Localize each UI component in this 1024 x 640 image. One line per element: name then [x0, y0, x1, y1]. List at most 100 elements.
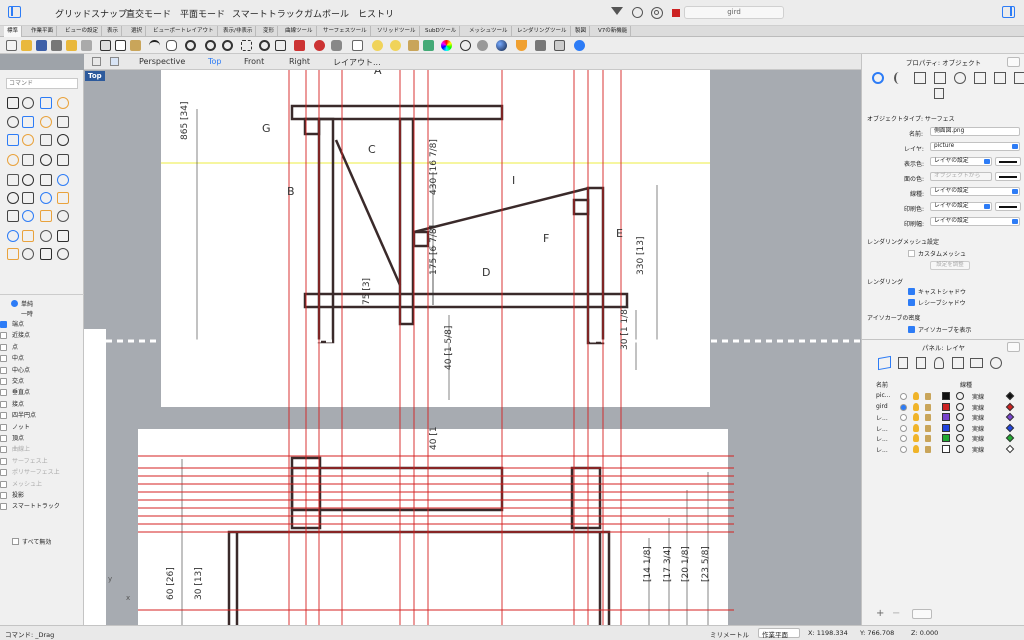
- tool-icon[interactable]: [7, 174, 19, 186]
- layer-select[interactable]: picture: [930, 142, 1020, 151]
- material-circle-icon[interactable]: [956, 434, 964, 442]
- tool-icon[interactable]: [57, 248, 69, 260]
- grid-layout-icon[interactable]: [92, 57, 101, 66]
- snap-mode-onetime[interactable]: 一時: [21, 309, 33, 318]
- print-icon[interactable]: [51, 40, 62, 51]
- lock-icon[interactable]: [925, 403, 931, 411]
- current-layer-radio[interactable]: [900, 393, 907, 400]
- material-circle-icon[interactable]: [956, 423, 964, 432]
- single-view-icon[interactable]: [110, 57, 119, 66]
- command-input[interactable]: [6, 78, 78, 89]
- help-icon[interactable]: [990, 357, 1002, 369]
- grid-snap-toggle[interactable]: グリッドスナップ: [55, 7, 127, 20]
- undo-icon[interactable]: [149, 40, 160, 51]
- tool-icon[interactable]: [57, 210, 69, 222]
- tab-set-view[interactable]: ビューの設定: [62, 26, 103, 37]
- checkbox[interactable]: [0, 321, 7, 328]
- planar-toggle[interactable]: 平面モード: [180, 7, 225, 20]
- tool-icon[interactable]: [22, 248, 34, 260]
- ortho-toggle[interactable]: 直交モード: [126, 7, 171, 20]
- bulb-icon[interactable]: [913, 423, 919, 432]
- layer-row[interactable]: レ... 実線: [862, 423, 1024, 434]
- snap-item[interactable]: 近接点: [0, 331, 30, 341]
- tool-icon[interactable]: [7, 248, 19, 260]
- disable-all-snaps[interactable]: すべて無効: [12, 537, 82, 546]
- hide-icon[interactable]: [372, 40, 383, 51]
- zoom-selected-icon[interactable]: [259, 40, 270, 51]
- tool-icon[interactable]: [7, 134, 19, 146]
- texture-mapping-icon[interactable]: [934, 72, 946, 84]
- zoom-window-icon[interactable]: [222, 40, 233, 51]
- adjust-mesh-button[interactable]: 設定を調整: [930, 261, 970, 270]
- object-properties-icon[interactable]: [872, 72, 884, 84]
- snap-item[interactable]: 端点: [0, 320, 24, 330]
- tool-icon[interactable]: [40, 192, 52, 204]
- lock-icon[interactable]: [925, 393, 931, 400]
- snap-item[interactable]: 垂直点: [0, 388, 30, 398]
- tab-curve-tools[interactable]: 曲線ツール: [282, 26, 317, 37]
- current-layer-radio[interactable]: [900, 435, 907, 442]
- monitor-icon[interactable]: [970, 358, 983, 368]
- tool-icon[interactable]: [22, 210, 34, 222]
- lock-icon[interactable]: [925, 435, 931, 442]
- tool-icon[interactable]: [7, 116, 19, 128]
- snap-item[interactable]: ポリサーフェス上: [0, 468, 60, 478]
- print-color-diamond-icon[interactable]: [1005, 412, 1015, 422]
- iso-color-select[interactable]: オブジェクトから: [930, 172, 992, 181]
- tool-icon[interactable]: [22, 230, 34, 242]
- layers-icon[interactable]: [878, 355, 891, 371]
- print-color-diamond-icon[interactable]: [1005, 433, 1015, 443]
- tool-icon[interactable]: [7, 154, 19, 166]
- target-icon[interactable]: [651, 7, 663, 19]
- checkbox[interactable]: [0, 469, 7, 477]
- undo-circle-icon[interactable]: [632, 7, 643, 18]
- display-color-select[interactable]: レイヤの設定: [930, 157, 992, 166]
- linetype-select[interactable]: レイヤの設定: [930, 187, 1020, 196]
- material-circle-icon[interactable]: [956, 392, 964, 400]
- tool-icon[interactable]: [7, 230, 19, 242]
- tab-v7-new[interactable]: V7の新機能: [595, 26, 632, 37]
- snap-item[interactable]: 曲線上: [0, 445, 30, 455]
- snap-item[interactable]: メッシュ上: [0, 480, 42, 490]
- zoom-dynamic-icon[interactable]: [205, 40, 216, 51]
- print-color-swatch[interactable]: [995, 202, 1021, 211]
- tool-icon[interactable]: [40, 97, 52, 109]
- curve-properties-icon[interactable]: [894, 72, 904, 84]
- tab-surface-tools[interactable]: サーフェスツール: [320, 26, 371, 37]
- show-icon[interactable]: [390, 40, 401, 51]
- snap-mode-persistent[interactable]: 単純: [11, 299, 33, 308]
- snap-item[interactable]: 頂点: [0, 434, 24, 444]
- checkbox[interactable]: [0, 355, 7, 363]
- name-field[interactable]: 側面図.png: [930, 127, 1020, 136]
- tool-icon[interactable]: [22, 192, 34, 204]
- checkbox[interactable]: [0, 446, 7, 454]
- print-color-diamond-icon[interactable]: [1005, 444, 1015, 453]
- checkbox[interactable]: [0, 378, 7, 385]
- top-viewport[interactable]: Top A B C D E F G I 865 [34] 430 [16 7/8] 175 [6 7…: [84, 70, 861, 625]
- cube-icon[interactable]: [952, 357, 964, 369]
- material-icon[interactable]: [954, 72, 966, 84]
- tab-right[interactable]: Right: [289, 57, 310, 66]
- display-color-swatch[interactable]: [995, 157, 1021, 166]
- rotate-view-icon[interactable]: [185, 40, 196, 51]
- tab-solid-tools[interactable]: ソリッドツール: [374, 26, 420, 37]
- tool-icon[interactable]: [22, 116, 34, 128]
- cut-icon[interactable]: [100, 40, 111, 51]
- filter-icon[interactable]: [611, 7, 623, 15]
- displacement-icon[interactable]: [994, 72, 1006, 84]
- copy-icon[interactable]: [115, 40, 126, 51]
- checkbox[interactable]: [0, 480, 7, 488]
- tool-icon[interactable]: [7, 97, 19, 109]
- layer-row[interactable]: レ... 実線: [862, 412, 1024, 423]
- linetypes-icon[interactable]: [898, 357, 908, 369]
- tab-subd-tools[interactable]: SubDツール: [422, 26, 461, 37]
- layer-color-swatch[interactable]: [942, 423, 950, 432]
- tab-front[interactable]: Front: [244, 57, 264, 66]
- tool-icon[interactable]: [40, 210, 52, 222]
- snap-item[interactable]: 中心点: [0, 366, 30, 376]
- tool-icon[interactable]: [40, 230, 52, 242]
- lock-icon[interactable]: [408, 40, 419, 51]
- snap-item[interactable]: ノット: [0, 423, 30, 433]
- bulb-icon[interactable]: [913, 434, 919, 442]
- tool-icon[interactable]: [57, 97, 69, 109]
